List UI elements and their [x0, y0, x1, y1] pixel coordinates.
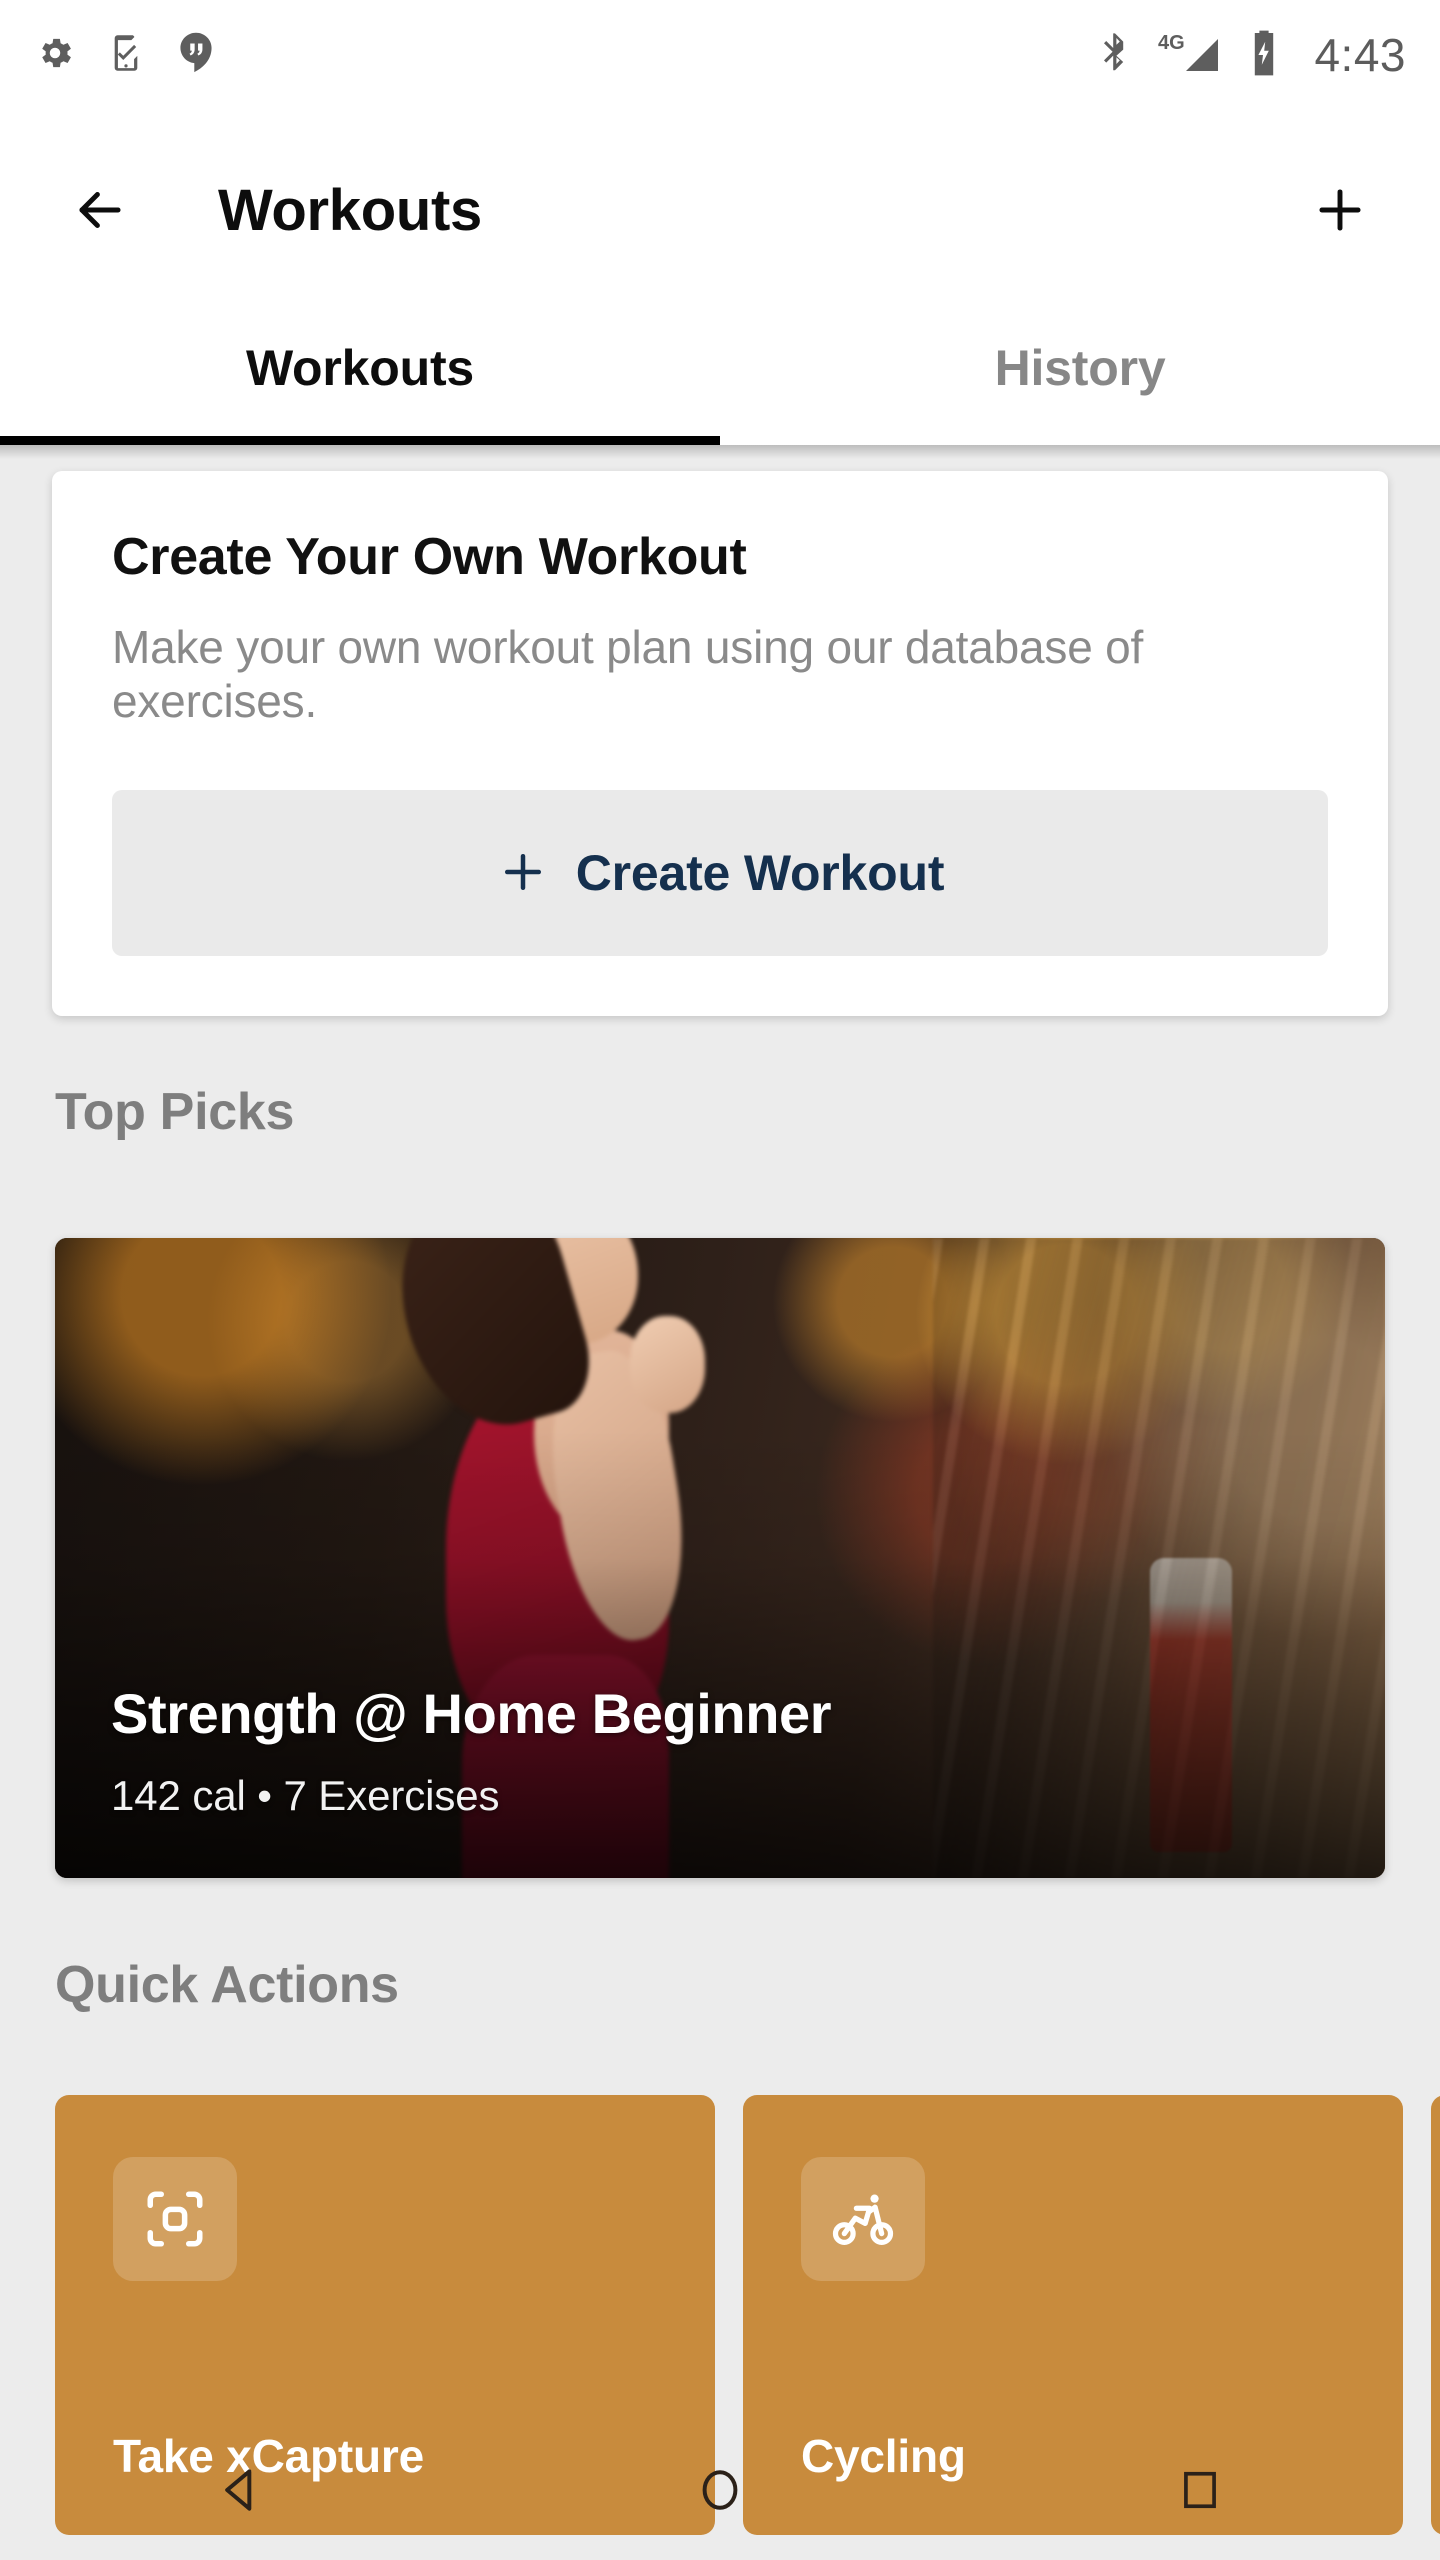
- create-card-title: Create Your Own Workout: [112, 528, 747, 586]
- tab-history[interactable]: History: [720, 290, 1440, 445]
- recents-square-icon[interactable]: [1145, 2435, 1255, 2545]
- phone-setup-check-icon: [106, 32, 146, 79]
- hangouts-quote-icon: [176, 31, 216, 80]
- battery-charging-icon: [1248, 29, 1280, 82]
- status-bar-notifications: [34, 31, 216, 80]
- featured-workout-text: Strength @ Home Beginner 142 cal • 7 Exe…: [111, 1681, 832, 1820]
- section-heading-quick-actions: Quick Actions: [55, 1956, 399, 2014]
- page-title: Workouts: [218, 177, 482, 243]
- tab-bar: Workouts History: [0, 290, 1440, 445]
- phone-screen: 4G 4:43 Workouts Workouts History Create…: [0, 0, 1440, 2560]
- create-workout-button-label: Create Workout: [575, 845, 945, 901]
- android-nav-bar: [0, 2420, 1440, 2560]
- featured-workout-meta: 142 cal • 7 Exercises: [111, 1772, 500, 1819]
- quick-action-cycling[interactable]: Cycling: [743, 2095, 1403, 2535]
- signal-4g-icon: 4G: [1158, 29, 1222, 82]
- quick-action-next-peek[interactable]: [1431, 2095, 1440, 2535]
- gear-icon: [34, 32, 76, 79]
- quick-action-label: Cycling: [801, 2430, 966, 2482]
- featured-workout-card[interactable]: Strength @ Home Beginner 142 cal • 7 Exe…: [55, 1238, 1385, 1878]
- create-workout-button[interactable]: Create Workout: [112, 790, 1328, 956]
- create-workout-card: Create Your Own Workout Make your own wo…: [52, 471, 1388, 1016]
- featured-workout-title: Strength @ Home Beginner: [111, 1682, 832, 1745]
- status-bar-system: 4G 4:43: [1098, 29, 1406, 82]
- scan-frame-icon: [113, 2157, 237, 2281]
- quick-action-take-xcapture[interactable]: Take xCapture: [55, 2095, 715, 2535]
- bluetooth-icon: [1098, 29, 1132, 82]
- plus-icon: [496, 845, 550, 902]
- scroll-content[interactable]: Create Your Own Workout Make your own wo…: [0, 445, 1440, 2560]
- tab-bar-shadow: [0, 445, 1440, 459]
- svg-text:4G: 4G: [1158, 32, 1185, 54]
- plus-icon[interactable]: [1302, 172, 1378, 248]
- back-triangle-icon[interactable]: [185, 2435, 295, 2545]
- home-circle-icon[interactable]: [665, 2435, 775, 2545]
- status-bar: 4G 4:43: [0, 0, 1440, 110]
- status-bar-clock: 4:43: [1314, 29, 1406, 81]
- cyclist-icon: [801, 2157, 925, 2281]
- create-card-description: Make your own workout plan using our dat…: [112, 621, 1144, 727]
- app-bar: Workouts: [0, 110, 1440, 310]
- back-arrow-icon[interactable]: [62, 172, 138, 248]
- section-heading-top-picks: Top Picks: [55, 1083, 295, 1141]
- tab-indicator: [0, 436, 720, 445]
- tab-workouts[interactable]: Workouts: [0, 290, 720, 445]
